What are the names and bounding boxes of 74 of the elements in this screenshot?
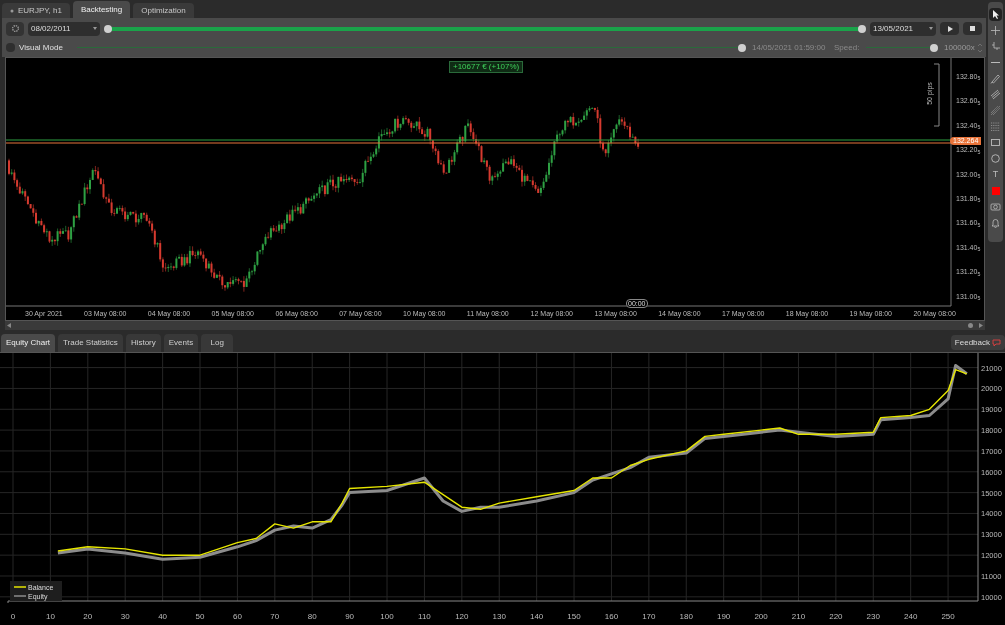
x-tick-label: 110 [418,612,431,621]
caret-icon [929,27,933,30]
slider-thumb[interactable] [930,43,938,52]
tab[interactable]: Backtesting [72,1,131,18]
tab[interactable]: Log [201,334,234,352]
x-tick-label: 20 [83,612,93,621]
tab[interactable]: Optimization [133,3,194,18]
pen-icon [990,73,1001,84]
profit-badge: +10677 € (+107%) [449,61,524,73]
x-tick-label: 50 [195,612,205,621]
scroll-thumb[interactable] [968,323,973,328]
x-tick-label: 180 [679,612,693,621]
dot-icon [10,8,14,13]
speed-value: 100000x [944,41,974,54]
x-tick-label: 130 [492,612,506,621]
tool-button[interactable]: T [989,168,1002,181]
x-tick-label: 70 [270,612,280,621]
cursor-icon [990,9,1001,20]
tab[interactable]: History [125,334,161,352]
play-button[interactable] [940,22,959,35]
scroll-right-icon[interactable] [979,323,983,328]
tool-button[interactable] [989,8,1002,21]
circle-icon [990,153,1001,164]
x-tick-label: 190 [717,612,731,621]
feedback-button[interactable]: Feedback [950,335,1005,350]
x-tick-label: 220 [829,612,843,621]
caret-icon [93,27,97,30]
x-tick-label: 160 [604,612,619,621]
stop-button[interactable] [963,22,982,35]
dotted-lines-icon [990,121,1001,132]
x-tick-label: 0 [10,612,16,621]
x-tick-label: 200 [754,612,768,621]
slider-thumb[interactable] [104,24,112,33]
x-tick-label: 40 [158,612,168,621]
x-tick-label: 90 [345,612,355,621]
x-tick-label: 210 [791,612,806,621]
settings-icon [10,24,20,33]
speech-bubble-icon [992,338,1001,347]
slider-thumb[interactable] [738,43,746,52]
ruler-bracket [933,63,940,127]
x-tick-label: 240 [904,612,918,621]
stop-icon [970,26,975,31]
visual-mode-label: Visual Mode [19,41,64,54]
x-tick-label: 230 [866,612,880,621]
spinner-icon[interactable] [978,42,982,53]
end-date-dropdown[interactable]: 13/05/2021 [870,21,936,36]
legend-background [10,581,62,601]
x-tick-label: 30 [120,612,130,621]
tab[interactable]: EURJPY, h1 [2,3,70,18]
x-tick-label: 250 [941,612,955,621]
camera-icon [990,201,1001,212]
slider-thumb[interactable] [858,24,866,33]
tab[interactable]: Trade Statistics [58,334,123,352]
start-date-dropdown[interactable]: 08/02/2011 [28,21,100,36]
tab[interactable]: Events [163,334,199,352]
bell-icon [990,217,1001,228]
tab[interactable]: Equity Chart [1,334,56,352]
x-tick-label: 150 [567,612,581,621]
play-icon [946,25,953,32]
scroll-left-icon[interactable] [7,323,11,328]
crosshair-icon [990,25,1001,36]
ruler-icon [990,41,1001,52]
settings-button[interactable] [6,21,24,36]
x-tick-label: 60 [232,612,242,621]
x-tick-label: 120 [455,612,469,621]
pitchfork-icon [990,105,1001,116]
channel-icon [990,89,1001,100]
x-tick-label: 170 [642,612,656,621]
x-tick-label: 10 [45,612,55,621]
x-tick-label: 140 [529,612,544,621]
x-tick-label: 100 [380,612,394,621]
x-tick-label: 80 [307,612,317,621]
rectangle-icon [990,137,1001,148]
visual-mode-checkbox[interactable] [6,43,15,52]
